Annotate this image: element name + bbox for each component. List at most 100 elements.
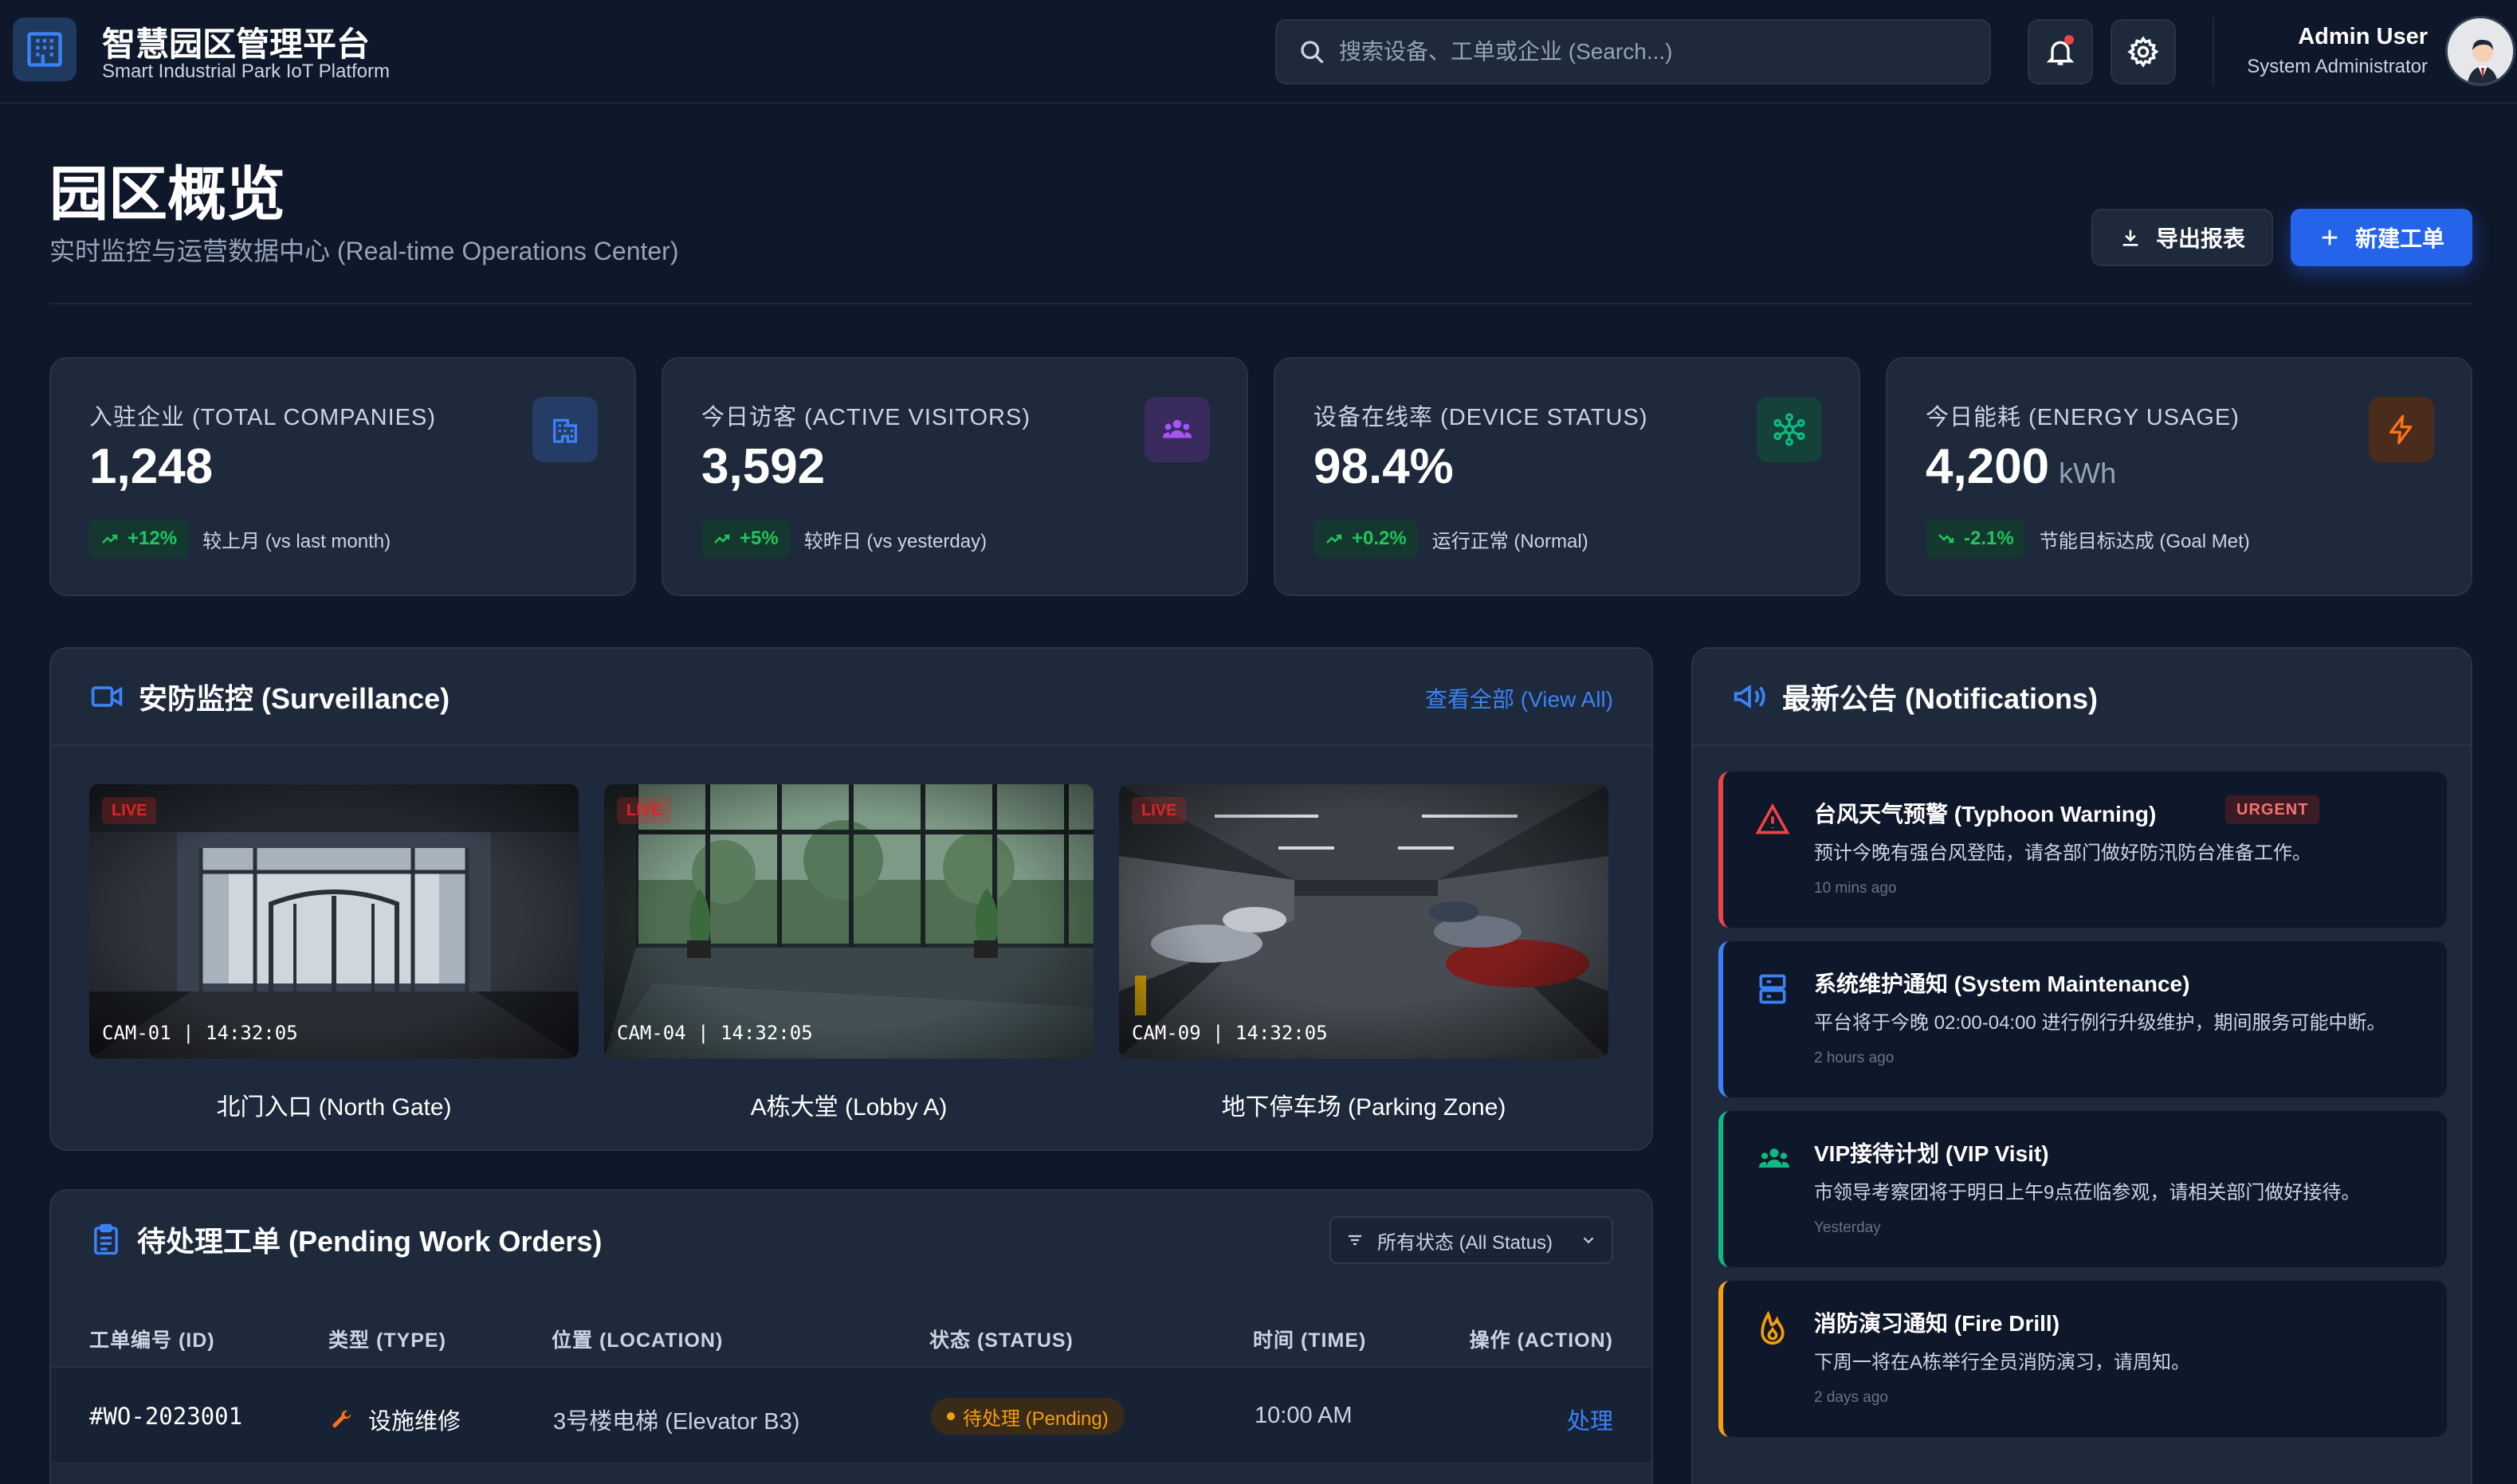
top-bar: 智慧园区管理平台 Smart Industrial Park IoT Platf… [0, 0, 2517, 104]
gear-icon [2127, 36, 2159, 68]
notifications-panel: 最新公告 (Notifications) 台风天气预警 (Typhoon War… [1691, 647, 2472, 1484]
live-badge: LIVE [617, 797, 672, 824]
status-filter-dropdown[interactable]: 所有状态 (All Status) [1329, 1216, 1613, 1264]
notification-body: 平台将于今晚 02:00-04:00 进行例行升级维护，期间服务可能中断。 [1814, 1012, 2386, 1034]
camera-timestamp: CAM-04 | 14:32:05 [617, 1022, 813, 1044]
export-report-label: 导出报表 [2155, 226, 2245, 251]
live-badge: LIVE [102, 797, 157, 824]
camera-timestamp: CAM-01 | 14:32:05 [102, 1022, 298, 1044]
work-order-type: 设施维修 [330, 1403, 461, 1436]
notification-title: 台风天气预警 (Typhoon Warning) [1814, 802, 2157, 826]
notifications-button[interactable] [2028, 19, 2093, 84]
page-subtitle: 实时监控与运营数据中心 (Real-time Operations Center… [49, 237, 679, 265]
trend-up-icon [714, 534, 730, 544]
view-all-link[interactable]: 查看全部 (View All) [1425, 682, 1613, 714]
notifications-header: 最新公告 (Notifications) [1693, 649, 2471, 746]
users-icon [1758, 1148, 1790, 1168]
live-badge: LIVE [1132, 797, 1187, 824]
search-box[interactable] [1275, 19, 1991, 84]
user-role: System Administrator [2247, 56, 2428, 77]
trend-badge: +12% [89, 520, 189, 558]
video-camera-icon [91, 686, 123, 707]
work-orders-header: 待处理工单 (Pending Work Orders) 所有状态 (All St… [51, 1191, 1651, 1288]
notification-item-fire-drill[interactable]: 消防演习通知 (Fire Drill) 下周一将在A栋举行全员消防演习，请周知。… [1718, 1281, 2447, 1437]
page-title: 园区概览 [49, 161, 285, 227]
camera-feed-lobby[interactable]: LIVE CAM-04 | 14:32:05 [604, 784, 1094, 1058]
stat-card-companies: 入驻企业 (TOTAL COMPANIES) 1,248 +12% 较上月 (v… [49, 357, 636, 596]
stat-note: 节能目标达成 (Goal Met) [2039, 530, 2250, 552]
top-divider [2213, 18, 2214, 86]
app-title: 智慧园区管理平台 [102, 26, 371, 63]
notification-time: 10 mins ago [1814, 880, 1897, 897]
stat-label: 入驻企业 (TOTAL COMPANIES) [89, 405, 437, 430]
new-work-order-button[interactable]: 新建工单 [2291, 209, 2472, 266]
users-icon [1145, 397, 1210, 462]
process-action-link[interactable]: 处理 [1567, 1403, 1613, 1436]
trend-down-icon [1938, 534, 1954, 544]
fire-icon [1761, 1311, 1785, 1345]
trend-badge: +5% [701, 520, 790, 558]
settings-button[interactable] [2111, 19, 2176, 84]
column-header-type: 类型 (TYPE) [328, 1329, 446, 1352]
stat-card-devices: 设备在线率 (DEVICE STATUS) 98.4% +0.2% 运行正常 (… [1274, 357, 1860, 596]
clipboard-icon [94, 1223, 118, 1255]
stat-value: 3,592 [701, 439, 826, 494]
stat-footer: +12% 较上月 (vs last month) [89, 520, 391, 558]
warning-icon [1755, 803, 1790, 834]
stat-unit: kWh [2059, 457, 2117, 489]
camera-timestamp: CAM-09 | 14:32:05 [1132, 1022, 1328, 1044]
notification-time: Yesterday [1814, 1219, 1881, 1236]
download-icon [2122, 230, 2138, 246]
column-header-status: 状态 (STATUS) [929, 1329, 1074, 1352]
notification-item-vip[interactable]: VIP接待计划 (VIP Visit) 市领导考察团将于明日上午9点莅临参观，请… [1718, 1111, 2447, 1267]
stat-card-energy: 今日能耗 (ENERGY USAGE) 4,200 kWh -2.1% 节能目标达… [1886, 357, 2472, 596]
camera-feed-parking[interactable]: LIVE CAM-09 | 14:32:05 [1119, 784, 1608, 1058]
building-logo-icon[interactable] [13, 18, 77, 81]
notification-title: VIP接待计划 (VIP Visit) [1814, 1141, 2049, 1166]
column-header-action: 操作 (ACTION) [1469, 1329, 1613, 1352]
notification-item-typhoon[interactable]: 台风天气预警 (Typhoon Warning) URGENT 预计今晚有强台风… [1718, 771, 2447, 928]
surveillance-header: 安防监控 (Surveillance) 查看全部 (View All) [51, 649, 1651, 746]
plus-icon [2322, 230, 2338, 245]
notification-body: 预计今晚有强台风登陆，请各部门做好防汛防台准备工作。 [1814, 842, 2311, 864]
work-order-time: 10:00 AM [1255, 1403, 1353, 1428]
filter-icon [1349, 1235, 1361, 1246]
notification-dot [2064, 35, 2074, 45]
table-row[interactable]: #WO-2023001 设施维修 3号楼电梯 (Elevator B3) 待处理… [51, 1366, 1651, 1462]
stat-card-visitors: 今日访客 (ACTIVE VISITORS) 3,592 +5% 较昨日 (vs… [662, 357, 1248, 596]
user-name: Admin User [2298, 24, 2428, 49]
new-work-order-label: 新建工单 [2354, 226, 2444, 251]
camera-caption: 北门入口 (North Gate) [216, 1094, 452, 1121]
notification-title: 消防演习通知 (Fire Drill) [1814, 1311, 2060, 1336]
stat-value: 98.4% [1313, 439, 1454, 494]
export-report-button[interactable]: 导出报表 [2091, 209, 2273, 266]
search-icon [1301, 41, 1324, 64]
wrench-icon [332, 1410, 351, 1427]
stat-label: 设备在线率 (DEVICE STATUS) [1313, 405, 1648, 430]
stat-value: 4,200 kWh [1926, 439, 2117, 494]
camera-feed-north-gate[interactable]: LIVE CAM-01 | 14:32:05 [89, 784, 579, 1058]
work-orders-title: 待处理工单 (Pending Work Orders) [137, 1225, 603, 1258]
app-subtitle: Smart Industrial Park IoT Platform [102, 61, 391, 82]
megaphone-icon [1734, 684, 1765, 709]
stat-footer: -2.1% 节能目标达成 (Goal Met) [1926, 520, 2250, 558]
building-icon [532, 397, 598, 462]
notification-item-maintenance[interactable]: 系统维护通知 (System Maintenance) 平台将于今晚 02:00… [1718, 941, 2447, 1097]
notification-title: 系统维护通知 (System Maintenance) [1814, 972, 2190, 996]
trend-badge: -2.1% [1926, 520, 2025, 558]
server-icon [1759, 974, 1786, 1004]
notification-time: 2 days ago [1814, 1389, 1888, 1406]
stat-footer: +0.2% 运行正常 (Normal) [1313, 520, 1588, 558]
trend-up-icon [102, 534, 118, 544]
notifications-title: 最新公告 (Notifications) [1782, 682, 2098, 715]
column-header-location: 位置 (LOCATION) [552, 1329, 724, 1352]
chevron-down-icon [1583, 1237, 1594, 1244]
search-input[interactable] [1339, 39, 1989, 65]
stat-label: 今日能耗 (ENERGY USAGE) [1926, 405, 2240, 430]
trend-badge: +0.2% [1313, 520, 1418, 558]
column-header-id: 工单编号 (ID) [89, 1329, 215, 1352]
header-divider [49, 303, 2472, 304]
camera-caption: A栋大堂 (Lobby A) [750, 1094, 948, 1121]
avatar[interactable] [2445, 16, 2515, 86]
camera-caption: 地下停车场 (Parking Zone) [1221, 1094, 1506, 1121]
